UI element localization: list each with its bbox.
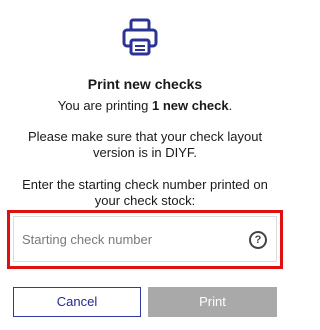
question-circle-icon[interactable]: ? [249, 231, 267, 249]
print-checks-dialog: Print new checks You are printing 1 new … [0, 0, 290, 330]
instruction-line1: Enter the starting check number printed … [22, 177, 268, 192]
print-count-prefix: You are printing [57, 98, 152, 113]
instruction-line2: your check stock: [94, 193, 196, 208]
print-button[interactable]: Print [148, 287, 277, 317]
starting-check-number-field[interactable]: ? [13, 216, 277, 262]
dialog-title: Print new checks [87, 76, 203, 92]
print-count-suffix: . [228, 98, 233, 113]
print-count-value: 1 new check [151, 98, 229, 113]
printer-icon [122, 18, 158, 56]
starting-check-number-input[interactable] [22, 217, 232, 261]
cancel-button[interactable]: Cancel [13, 287, 141, 317]
layout-note-line2: version is in DIYF. [92, 145, 198, 160]
layout-note-line1: Please make sure that your check layout [27, 129, 263, 144]
print-count-text: You are printing 1 new check. [0, 98, 290, 114]
